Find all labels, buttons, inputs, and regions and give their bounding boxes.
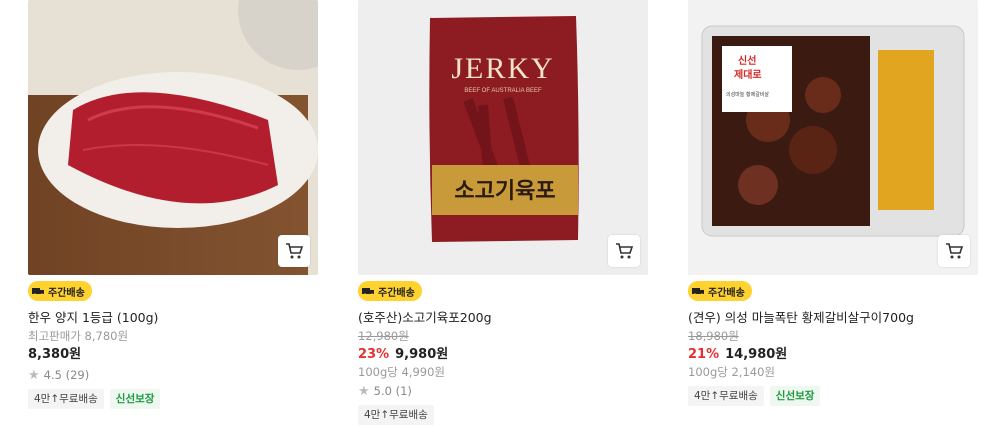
tag-list: 4만↑무료배송 신선보장 (28, 389, 318, 409)
product-card[interactable]: JERKY BEEF OF AUSTRALIA BEEF 소고기육포 주간배송 … (358, 0, 648, 425)
tag-list: 4만↑무료배송 신선보장 (688, 386, 978, 406)
fresh-guarantee-tag: 신선보장 (109, 389, 161, 409)
add-to-cart-button[interactable] (938, 235, 970, 267)
weekly-delivery-badge: 주간배송 (688, 281, 752, 301)
product-name[interactable]: (호주산)소고기육포200g (358, 310, 648, 326)
truck-icon (32, 288, 44, 297)
original-price: 18,980원 (688, 329, 739, 343)
rating: ★ 5.0 (1) (358, 384, 648, 399)
star-icon: ★ (358, 384, 370, 399)
cart-icon (286, 243, 304, 259)
sale-price: 14,980원 (725, 347, 788, 362)
original-price: 최고판매가 8,780원 (28, 329, 129, 343)
review-count: (29) (65, 368, 90, 382)
weekly-delivery-badge: 주간배송 (28, 281, 92, 301)
sale-price: 8,380원 (28, 347, 82, 362)
sticker-text: 의성마늘 황제갈비살 (726, 91, 769, 98)
product-name[interactable]: (견우) 의성 마늘폭탄 황제갈비살구이700g (688, 310, 978, 326)
sticker-line1: 신선 (738, 54, 756, 67)
price: 8,380원 (28, 346, 318, 364)
free-shipping-tag: 4만↑무료배송 (28, 389, 104, 409)
free-shipping-tag: 4만↑무료배송 (358, 405, 434, 425)
package-label: 소고기육포 (454, 179, 555, 204)
package-subtitle: BEEF OF AUSTRALIA BEEF (464, 88, 542, 94)
review-count: (1) (395, 384, 412, 398)
discount-rate: 23% (358, 347, 390, 362)
badge-label: 주간배송 (378, 287, 415, 299)
weekly-delivery-badge: 주간배송 (358, 281, 422, 301)
product-image[interactable] (28, 0, 318, 275)
add-to-cart-button[interactable] (278, 235, 310, 267)
add-to-cart-button[interactable] (608, 235, 640, 267)
badge-label: 주간배송 (708, 287, 745, 299)
sticker-line2: 제대로 (734, 68, 762, 81)
free-shipping-tag: 4만↑무료배송 (688, 386, 764, 406)
truck-icon (692, 288, 704, 297)
product-name[interactable]: 한우 양지 1등급 (100g) (28, 310, 318, 326)
discount-rate: 21% (688, 347, 720, 362)
product-image[interactable]: 신선 제대로 의성마늘 황제갈비살 (688, 0, 978, 275)
rating: ★ 4.5 (29) (28, 368, 318, 383)
product-image[interactable]: JERKY BEEF OF AUSTRALIA BEEF 소고기육포 (358, 0, 648, 275)
product-card[interactable]: 주간배송 한우 양지 1등급 (100g) 최고판매가 8,780원 8,380… (28, 0, 318, 409)
sliced-beef-image (28, 0, 318, 275)
rating-value: 4.5 (43, 368, 62, 382)
sale-price: 9,980원 (395, 347, 449, 362)
cart-icon (616, 243, 634, 259)
original-price: 12,980원 (358, 329, 409, 343)
product-card[interactable]: 신선 제대로 의성마늘 황제갈비살 주간배송 (견우) 의성 마늘폭탄 황제갈비… (688, 0, 978, 406)
tag-list: 4만↑무료배송 (358, 405, 648, 425)
truck-icon (362, 288, 374, 297)
unit-price: 100g당 2,140원 (688, 365, 775, 379)
marinated-ribs-tray-image: 신선 제대로 의성마늘 황제갈비살 (688, 0, 978, 275)
price: 23% 9,980원 (358, 346, 648, 364)
price: 21% 14,980원 (688, 346, 978, 364)
star-icon: ★ (28, 368, 40, 383)
jerky-package-image: JERKY BEEF OF AUSTRALIA BEEF 소고기육포 (358, 0, 648, 275)
cart-icon (946, 243, 964, 259)
fresh-guarantee-tag: 신선보장 (769, 386, 821, 406)
badge-label: 주간배송 (48, 287, 85, 299)
package-brand: JERKY (451, 52, 554, 85)
unit-price: 100g당 4,990원 (358, 365, 445, 379)
rating-value: 5.0 (373, 384, 392, 398)
